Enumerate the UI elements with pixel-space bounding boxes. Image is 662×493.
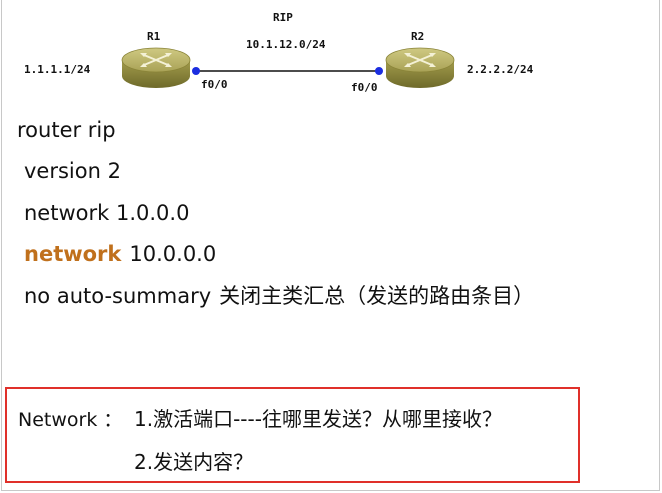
r2-name-label: R2 [411,30,424,43]
r2-interface-label: f0/0 [351,81,378,94]
note-label: Network ： [18,409,123,431]
router-r2-icon[interactable] [385,47,455,88]
r1-port-dot [192,67,200,75]
link-network-label: 10.1.12.0/24 [246,38,326,51]
note-item-2: 2.发送内容？ [134,450,254,474]
network-value: 10.0.0.0 [129,242,217,266]
config-line-router-rip: router rip [17,118,116,142]
config-line-version: version 2 [24,159,121,183]
config-text: router rip [17,118,116,142]
note-item-1: 1.激活端口----往哪里发送？从哪里接收？ [134,407,502,431]
config-text: version 2 [24,159,121,183]
r1-interface-label: f0/0 [201,78,228,91]
router-r1-icon[interactable] [121,47,191,88]
r1-name-label: R1 [147,30,161,43]
config-line-network-10: network 10.0.0.0 [24,242,216,266]
r2-loopback-label: 2.2.2.2/24 [467,63,534,76]
network-keyword: network [24,242,122,266]
no-auto-summary-cmd: no auto-summary [24,284,212,308]
config-text: network 1.0.0.0 [24,201,190,225]
r1-loopback-label: 1.1.1.1/24 [24,63,91,76]
config-line-network-1: network 1.0.0.0 [24,201,189,225]
protocol-label: RIP [273,11,293,24]
network-topology-diagram: RIP 10.1.12.0/24 R1 R2 1.1.1.1/24 2.2.2.… [24,11,534,94]
network-note-box: Network ： 1.激活端口----往哪里发送？从哪里接收？ 2.发送内容？ [5,387,580,483]
config-line-no-auto-summary: no auto-summary 关闭主类汇总（发送的路由条目） [24,284,534,308]
no-auto-summary-comment: 关闭主类汇总（发送的路由条目） [219,284,535,308]
r2-port-dot [375,67,383,75]
